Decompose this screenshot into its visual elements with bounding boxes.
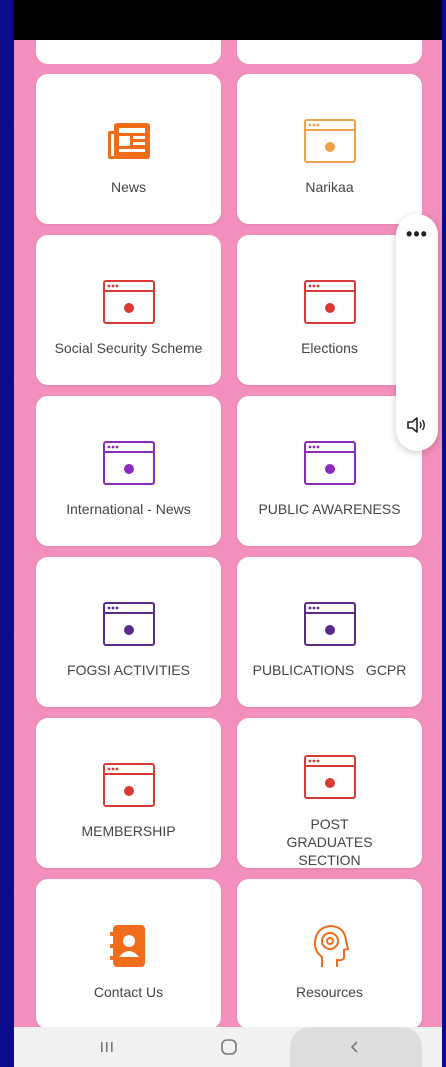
card-label: Resources bbox=[296, 984, 363, 1000]
browser-window-icon bbox=[303, 440, 356, 486]
card-resources[interactable]: Resources bbox=[237, 879, 422, 1029]
back-icon[interactable] bbox=[340, 1035, 370, 1059]
browser-window-icon bbox=[102, 601, 155, 647]
card-label: News bbox=[110, 179, 146, 195]
card-label: Social Security Scheme bbox=[54, 340, 203, 356]
browser-window-icon bbox=[303, 754, 356, 800]
card-elections[interactable]: Elections bbox=[237, 235, 422, 385]
recent-apps-icon[interactable] bbox=[92, 1035, 122, 1059]
card-label: International - News bbox=[66, 501, 191, 517]
contact-book-icon bbox=[103, 923, 155, 969]
app-screen: News Narikaa Social Security Scheme Elec… bbox=[14, 0, 442, 1067]
card-fogsi-activities[interactable]: FOGSI ACTIVITIES bbox=[36, 557, 221, 707]
more-dots-icon[interactable]: ••• bbox=[396, 224, 438, 245]
card-membership[interactable]: MEMBERSHIP bbox=[36, 718, 221, 868]
browser-window-icon bbox=[102, 762, 155, 808]
status-bar bbox=[14, 0, 442, 40]
system-nav-bar bbox=[14, 1027, 442, 1067]
browser-window-icon bbox=[102, 279, 155, 325]
browser-window-icon bbox=[303, 601, 356, 647]
browser-window-icon bbox=[102, 440, 155, 486]
card-narikaa[interactable]: Narikaa bbox=[237, 74, 422, 224]
partial-card-left[interactable] bbox=[36, 40, 221, 64]
browser-window-icon bbox=[303, 279, 356, 325]
floating-panel: ••• bbox=[396, 214, 438, 451]
card-label: Narikaa bbox=[305, 179, 354, 195]
head-gear-icon bbox=[304, 923, 356, 969]
speaker-icon[interactable] bbox=[405, 413, 429, 437]
card-post-graduates-section[interactable]: POST GRADUATES SECTION bbox=[237, 718, 422, 868]
card-label: PUBLICATIONS GCPR bbox=[252, 662, 407, 678]
browser-window-icon bbox=[303, 118, 356, 164]
card-label: MEMBERSHIP bbox=[81, 823, 176, 839]
card-news[interactable]: News bbox=[36, 74, 221, 224]
home-icon[interactable] bbox=[214, 1035, 244, 1059]
card-publications-gcpr[interactable]: PUBLICATIONS GCPR bbox=[237, 557, 422, 707]
card-social-security-scheme[interactable]: Social Security Scheme bbox=[36, 235, 221, 385]
card-contact-us[interactable]: Contact Us bbox=[36, 879, 221, 1029]
news-icon bbox=[103, 118, 155, 164]
card-label: POST GRADUATES SECTION bbox=[286, 816, 373, 868]
card-label: PUBLIC AWARENESS bbox=[258, 501, 401, 517]
card-label: Elections bbox=[301, 340, 358, 356]
card-public-awareness[interactable]: PUBLIC AWARENESS bbox=[237, 396, 422, 546]
card-international-news[interactable]: International - News bbox=[36, 396, 221, 546]
card-label: FOGSI ACTIVITIES bbox=[67, 662, 190, 678]
card-label: Contact Us bbox=[93, 984, 164, 1000]
partial-card-right[interactable] bbox=[237, 40, 422, 64]
